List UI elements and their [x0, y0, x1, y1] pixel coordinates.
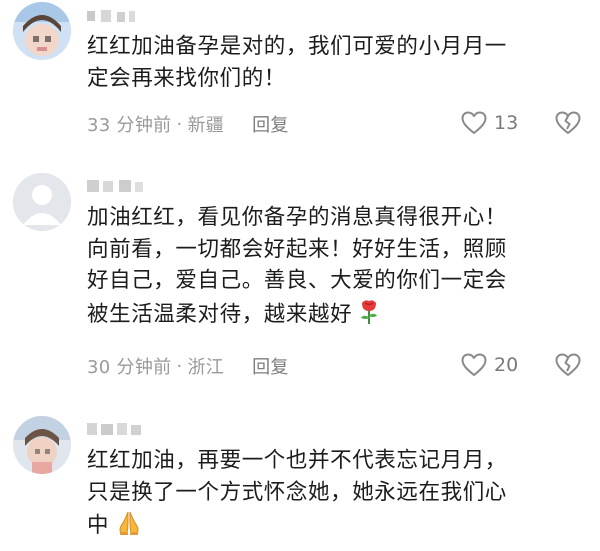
comment-line: 红红加油，再要一个也并不代表忘记月月，: [87, 448, 507, 473]
rose-emoji: [358, 297, 380, 335]
like-count: 20: [494, 354, 519, 376]
like-count: 13: [494, 112, 519, 134]
comment-text: 红红加油，再要一个也并不代表忘记月月， 只是换了一个方式怀念她，她永远在我们心 …: [87, 445, 587, 546]
comment-location: 新疆: [187, 115, 225, 136]
comment-line-text: 被生活温柔对待，越来越好: [87, 301, 353, 327]
comment-line: 好自己，爱自己。善良、大爱的你们一定会: [87, 268, 507, 293]
comment-location: 浙江: [187, 357, 225, 378]
broken-heart-outline-icon: [555, 353, 581, 376]
broken-heart-outline-icon: [555, 111, 581, 134]
comment-line: 只是换了一个方式怀念她，她永远在我们心: [87, 479, 507, 505]
username-blurred[interactable]: [87, 176, 157, 198]
avatar[interactable]: [13, 2, 71, 60]
comment-line: 向前看，一切都会好起来！好好生活，照顾: [87, 236, 507, 262]
comment-time: 30 分钟前: [87, 357, 172, 378]
avatar[interactable]: [13, 173, 71, 231]
heart-outline-icon: [461, 111, 487, 134]
comment-line: 红红加油备孕是对的，我们可爱的小月月一: [87, 34, 507, 59]
comment-text: 加油红红，看见你备孕的消息真得很开心！ 向前看，一切都会好起来！好好生活，照顾 …: [87, 202, 587, 334]
comment-meta: 33 分钟前 · 新疆 回复: [87, 111, 289, 137]
comment-line: 被生活温柔对待，越来越好: [87, 297, 587, 335]
like-button[interactable]: 13: [460, 110, 518, 136]
heart-outline-icon: [461, 353, 487, 376]
comment-time: 33 分钟前: [87, 115, 172, 136]
avatar[interactable]: [13, 416, 71, 474]
like-button[interactable]: 20: [460, 352, 518, 378]
reply-button[interactable]: 回复: [252, 353, 289, 379]
comment-line-text: 中: [87, 513, 110, 538]
dislike-button[interactable]: [554, 352, 582, 382]
comment-line: 中: [87, 508, 587, 546]
praying-hands-emoji: [115, 508, 143, 546]
username-blurred[interactable]: [87, 6, 157, 28]
dislike-button[interactable]: [554, 110, 582, 140]
meta-separator: ·: [176, 355, 183, 377]
username-blurred[interactable]: [87, 419, 157, 441]
meta-separator: ·: [176, 113, 183, 135]
comment-line: 定会再来找你们的！: [87, 65, 286, 91]
comment-text: 红红加油备孕是对的，我们可爱的小月月一 定会再来找你们的！: [87, 31, 587, 94]
comment-line: 加油红红，看见你备孕的消息真得很开心！: [87, 205, 507, 230]
reply-button[interactable]: 回复: [252, 111, 289, 137]
comment-meta: 30 分钟前 · 浙江 回复: [87, 353, 289, 379]
